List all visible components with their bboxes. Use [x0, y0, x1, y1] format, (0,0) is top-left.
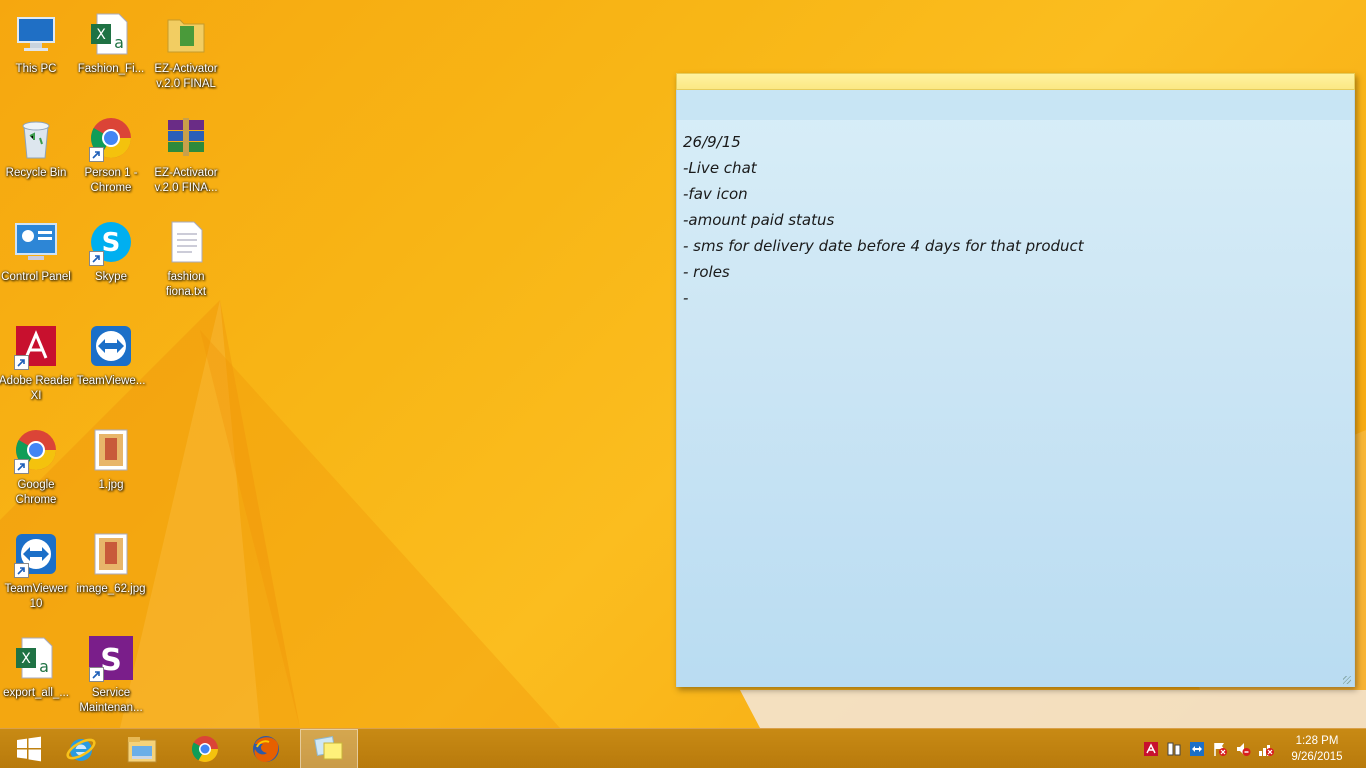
desktop-icon[interactable]: S Service Maintenan... — [75, 630, 147, 728]
sticky-note-window[interactable]: 26/9/15 -Live chat -fav icon -amount pai… — [676, 73, 1355, 687]
desktop-icon[interactable]: fashion fiona.txt — [150, 214, 222, 314]
file-explorer-icon — [127, 737, 157, 763]
sticky-note-text[interactable]: 26/9/15 -Live chat -fav icon -amount pai… — [683, 129, 1084, 311]
folder-icon — [162, 10, 210, 58]
desktop-icon-label: fashion fiona.txt — [165, 271, 207, 298]
desktop-icon[interactable]: TeamViewe... — [75, 318, 147, 418]
ie-icon — [66, 738, 96, 761]
desktop[interactable]: This PC Xa Fashion_Fi... EZ-Activator v.2.0… — [0, 0, 1366, 728]
teamviewer-icon — [87, 322, 135, 370]
sticky-notes-button[interactable] — [300, 729, 358, 769]
skype-icon: S — [87, 218, 135, 266]
desktop-icon[interactable]: TeamViewer 10 — [0, 526, 72, 626]
desktop-icon[interactable]: Adobe Reader XI — [0, 318, 74, 418]
note-line: - roles — [683, 263, 730, 281]
shortcut-arrow-icon — [89, 147, 104, 162]
text-file-icon — [162, 218, 210, 266]
sticky-note-body[interactable]: 26/9/15 -Live chat -fav icon -amount pai… — [676, 90, 1355, 687]
shortcut-arrow-icon — [14, 459, 29, 474]
flag-alert-icon[interactable] — [1212, 741, 1228, 757]
chrome-taskbar-button[interactable] — [176, 729, 234, 769]
sticky-notes-icon — [314, 735, 343, 760]
note-line: -Live chat — [683, 159, 757, 177]
desktop-icon[interactable]: EZ-Activator v.2.0 FINA... — [150, 110, 222, 210]
taskbar: 1:28 PM 9/26/2015 — [0, 728, 1366, 769]
desktop-icon[interactable]: image_62.jpg — [75, 526, 147, 626]
note-line: - sms for delivery date before 4 days fo… — [683, 237, 1084, 255]
system-tray — [1143, 729, 1274, 769]
desktop-icon-label: Control Panel — [1, 271, 71, 283]
sticky-note-titlebar[interactable] — [676, 73, 1355, 90]
desktop-icon[interactable]: S Skype — [75, 214, 147, 314]
svg-text:X: X — [96, 27, 106, 43]
desktop-icon-label: export_all_... — [3, 687, 69, 699]
desktop-icon-label: TeamViewe... — [76, 375, 146, 387]
teamviewer-tray-icon[interactable] — [1189, 741, 1205, 757]
desktop-icon-label: Fashion_Fi... — [77, 63, 145, 75]
jpg-image-icon — [87, 530, 135, 578]
windows-logo-icon — [17, 736, 41, 762]
desktop-icon-label: Recycle Bin — [5, 167, 67, 179]
desktop-icon[interactable]: Xa export_all_... — [0, 630, 72, 728]
desktop-icon-label: 1.jpg — [98, 479, 124, 491]
file-explorer-button[interactable] — [113, 729, 171, 769]
desktop-icon-label: Skype — [95, 271, 127, 283]
desktop-icon-label: This PC — [15, 63, 57, 75]
excel-file-icon: Xa — [12, 634, 60, 682]
desktop-icon[interactable]: Recycle Bin — [0, 110, 72, 210]
svg-text:S: S — [102, 228, 121, 258]
desktop-icon-label: Adobe Reader XI — [0, 375, 74, 402]
desktop-icon[interactable]: 1.jpg — [75, 422, 147, 522]
desktop-icon[interactable]: Control Panel — [0, 214, 72, 314]
note-line: -fav icon — [683, 185, 748, 203]
shortcut-arrow-icon — [89, 251, 104, 266]
desktop-icon-label: EZ-Activator v.2.0 FINAL — [154, 63, 218, 90]
note-line: - — [683, 289, 689, 307]
desktop-icon[interactable]: Person 1 - Chrome — [75, 110, 147, 210]
desktop-icon-label: Service Maintenan... — [79, 687, 143, 714]
firefox-icon — [253, 736, 279, 762]
device-tray-icon[interactable] — [1166, 741, 1182, 757]
firefox-button[interactable] — [237, 729, 295, 769]
service-maintenance-icon: S — [87, 634, 135, 682]
shortcut-arrow-icon — [14, 355, 29, 370]
jpg-image-icon — [87, 426, 135, 474]
winrar-archive-icon — [162, 114, 210, 162]
control-panel-icon — [12, 218, 60, 266]
chrome-icon — [87, 114, 135, 162]
shortcut-arrow-icon — [89, 667, 104, 682]
desktop-icon-label: Person 1 - Chrome — [84, 167, 138, 194]
sticky-note-header — [677, 90, 1354, 120]
desktop-icon-label: image_62.jpg — [76, 583, 146, 595]
desktop-icon[interactable]: This PC — [0, 6, 72, 106]
svg-text:a: a — [39, 657, 49, 676]
note-line: 26/9/15 — [683, 133, 741, 151]
svg-text:a: a — [114, 33, 124, 52]
this-pc-icon — [12, 10, 60, 58]
network-disconnected-icon[interactable] — [1258, 741, 1274, 757]
desktop-icon-label: TeamViewer 10 — [4, 583, 68, 610]
excel-file-icon: Xa — [87, 10, 135, 58]
adobe-reader-icon — [12, 322, 60, 370]
note-line: -amount paid status — [683, 211, 835, 229]
clock-time: 1:28 PM — [1295, 735, 1339, 747]
teamviewer10-icon — [12, 530, 60, 578]
desktop-icon-label: Google Chrome — [15, 479, 57, 506]
chrome-icon — [191, 736, 219, 763]
desktop-icon[interactable]: Google Chrome — [0, 422, 72, 522]
desktop-icon-label: EZ-Activator v.2.0 FINA... — [154, 167, 218, 194]
shortcut-arrow-icon — [14, 563, 29, 578]
desktop-icon[interactable]: Xa Fashion_Fi... — [75, 6, 147, 106]
desktop-icon[interactable]: EZ-Activator v.2.0 FINAL — [150, 6, 222, 106]
clock[interactable]: 1:28 PM 9/26/2015 — [1282, 733, 1352, 765]
internet-explorer-button[interactable] — [52, 729, 110, 769]
speaker-muted-icon[interactable] — [1235, 741, 1251, 757]
recycle-bin-icon — [12, 114, 60, 162]
svg-text:X: X — [21, 651, 31, 667]
start-button[interactable] — [0, 729, 58, 769]
google-chrome-icon — [12, 426, 60, 474]
clock-date: 9/26/2015 — [1291, 751, 1343, 763]
adobe-tray-icon[interactable] — [1143, 741, 1159, 757]
resize-grip-icon[interactable] — [1343, 676, 1351, 684]
